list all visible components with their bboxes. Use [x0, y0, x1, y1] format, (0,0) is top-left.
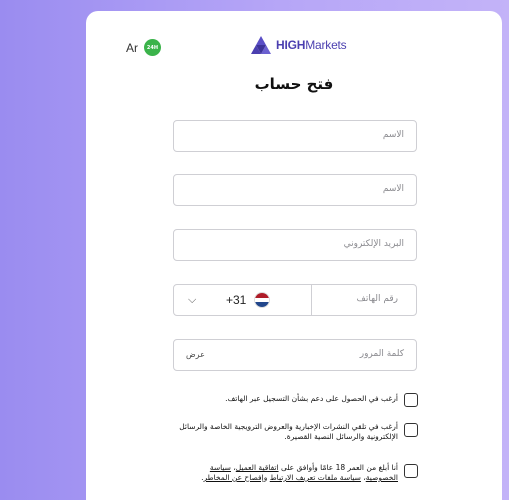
brand-logo[interactable]: HIGHMarkets: [250, 35, 347, 55]
first-name-field[interactable]: الاسم: [173, 120, 417, 152]
country-code: +31: [226, 293, 247, 307]
client-agreement-link[interactable]: اتفاقية العميل: [236, 463, 279, 472]
terms-checkbox[interactable]: [404, 464, 418, 478]
netherlands-flag-icon: [254, 292, 270, 308]
cookie-policy-link[interactable]: سياسة ملفات تعريف الارتباط: [270, 473, 361, 482]
logo-triangles-icon: [251, 36, 271, 54]
phone-support-consent: أرغب في الحصول على دعم بشأن التسجيل عبر …: [174, 392, 418, 407]
password-field[interactable]: عرض كلمة المرور: [173, 339, 417, 371]
phone-number-input[interactable]: رقم الهاتف: [312, 285, 416, 315]
last-name-field[interactable]: الاسم: [173, 174, 417, 206]
email-field[interactable]: البريد الإلكتروني: [173, 229, 417, 261]
trading-24h-badge-icon: 24H: [144, 39, 161, 56]
phone-support-checkbox[interactable]: [404, 393, 418, 407]
password-placeholder: كلمة المرور: [359, 349, 404, 359]
logo-text-bold: HIGH: [276, 38, 306, 52]
signup-card: Ar 24H HIGHMarkets فتح حساب الاسم الاسم …: [86, 11, 502, 500]
newsletter-consent: أرغب في تلقي النشرات الإخبارية والعروض ا…: [174, 422, 418, 442]
country-code-select[interactable]: ⌵ +31: [174, 285, 312, 315]
phone-field: ⌵ +31 رقم الهاتف: [173, 284, 417, 316]
email-placeholder: البريد الإلكتروني: [343, 239, 404, 249]
newsletter-checkbox[interactable]: [404, 423, 418, 437]
logo-text-rest: Markets: [305, 38, 347, 52]
language-switcher[interactable]: Ar 24H: [126, 39, 161, 56]
logo-text: HIGHMarkets: [276, 38, 347, 52]
show-password-button[interactable]: عرض: [186, 350, 205, 359]
last-name-placeholder: الاسم: [382, 184, 404, 194]
page-title: فتح حساب: [254, 75, 334, 93]
phone-support-text: أرغب في الحصول على دعم بشأن التسجيل عبر …: [225, 394, 398, 403]
phone-placeholder: رقم الهاتف: [356, 294, 398, 304]
risk-disclosure-link[interactable]: إفصاح عن المخاطر: [204, 473, 264, 482]
first-name-placeholder: الاسم: [382, 130, 404, 140]
chevron-down-icon: ⌵: [188, 293, 197, 306]
terms-prefix: أنا أبلغ من العمر 18 عامًا وأوافق على: [278, 463, 398, 472]
terms-consent: أنا أبلغ من العمر 18 عامًا وأوافق على ات…: [174, 463, 418, 483]
terms-text: أنا أبلغ من العمر 18 عامًا وأوافق على ات…: [174, 463, 398, 483]
newsletter-text: أرغب في تلقي النشرات الإخبارية والعروض ا…: [179, 422, 398, 441]
language-label: Ar: [126, 40, 138, 55]
